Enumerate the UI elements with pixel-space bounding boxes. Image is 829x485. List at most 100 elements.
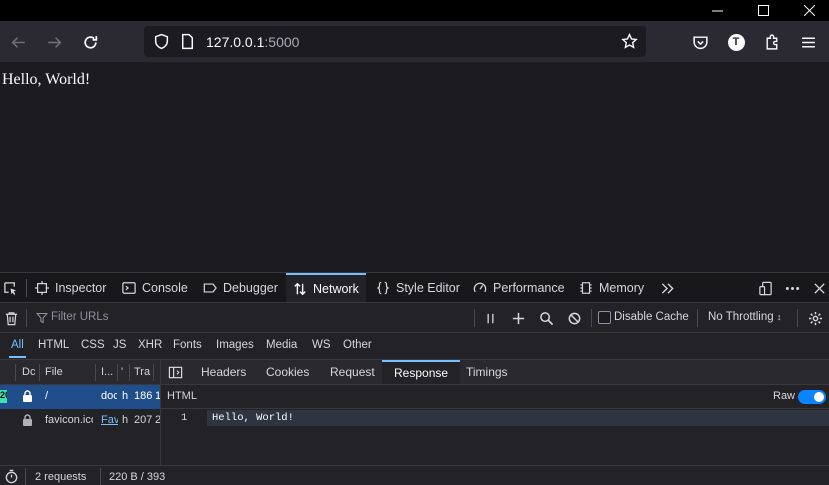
request-list-header: Dc File I... ' Tra <box>0 360 160 385</box>
account-button[interactable]: T <box>723 29 749 55</box>
address-bar[interactable]: 127.0.0.1:5000 <box>144 26 646 57</box>
filter-separator <box>797 309 798 327</box>
responsive-mode-icon <box>758 281 772 295</box>
column-divider <box>15 364 16 381</box>
close-window-button[interactable] <box>789 0 829 21</box>
tab-request-label: Request <box>330 365 375 379</box>
tab-memory-label: Memory <box>599 280 645 295</box>
type-filter-html[interactable]: HTML <box>38 339 69 351</box>
tab-headers[interactable]: Headers <box>189 360 258 384</box>
forward-button[interactable] <box>41 29 67 55</box>
extensions-button[interactable] <box>759 29 785 55</box>
raw-toggle[interactable] <box>798 390 826 404</box>
type-filter-other[interactable]: Other <box>343 339 372 351</box>
request-transferred: 207 <box>134 414 152 426</box>
tab-cookies[interactable]: Cookies <box>254 360 321 384</box>
throttling-select[interactable]: No Throttling ↕ <box>708 311 781 323</box>
column-file[interactable]: File <box>45 366 93 378</box>
type-filter-all[interactable]: All <box>9 339 26 358</box>
more-tools-button[interactable] <box>658 280 676 296</box>
add-request-button[interactable] <box>509 310 527 326</box>
site-info-button[interactable] <box>174 28 200 54</box>
type-filter-js[interactable]: JS <box>113 339 126 351</box>
request-type: h <box>122 390 128 402</box>
toggle-sidebar-button[interactable] <box>167 365 183 379</box>
clear-requests-button[interactable] <box>2 310 20 326</box>
request-transferred: 186 <box>134 390 152 402</box>
close-devtools-button[interactable] <box>810 280 828 296</box>
response-format-label: HTML <box>167 390 197 402</box>
minimize-icon <box>711 10 723 12</box>
disable-cache-checkbox[interactable] <box>598 311 611 324</box>
memory-icon <box>580 281 592 294</box>
tab-inspector[interactable]: Inspector <box>35 273 106 302</box>
maximize-icon <box>757 5 769 16</box>
tab-style-editor[interactable]: Style Editor <box>376 273 460 302</box>
request-initiator-link[interactable]: Fav <box>101 414 118 426</box>
tab-response[interactable]: Response <box>382 360 461 384</box>
type-filter-xhr[interactable]: XHR <box>138 339 162 351</box>
reload-button[interactable] <box>77 29 103 55</box>
throttling-value: No Throttling <box>708 311 774 323</box>
tracking-protection-button[interactable] <box>148 28 174 54</box>
status-code: 200 <box>0 390 7 400</box>
request-initiator: doc <box>101 390 117 402</box>
pocket-icon <box>692 35 708 49</box>
reload-icon <box>83 35 97 49</box>
column-domain[interactable]: Dc <box>22 366 38 378</box>
type-filter-images[interactable]: Images <box>216 339 254 351</box>
url-text[interactable]: 127.0.0.1:5000 <box>206 34 299 50</box>
table-row[interactable]: 200 / doc h 186 1 <box>0 385 160 409</box>
sidebar-icon <box>168 366 182 378</box>
bookmark-button[interactable] <box>616 28 642 54</box>
type-filter-media[interactable]: Media <box>266 339 297 351</box>
type-filter-fonts[interactable]: Fonts <box>173 339 202 351</box>
url-port: :5000 <box>264 34 300 50</box>
tab-network[interactable]: Network <box>286 273 366 302</box>
status-badge: 200 <box>0 390 7 403</box>
performance-analysis-button[interactable] <box>2 468 20 484</box>
network-settings-button[interactable] <box>806 310 824 326</box>
network-icon <box>294 282 306 295</box>
tab-response-label: Response <box>394 366 449 380</box>
tab-network-label: Network <box>313 281 359 296</box>
menu-button[interactable] <box>795 29 821 55</box>
tab-timings[interactable]: Timings <box>454 360 520 384</box>
column-type[interactable]: ' <box>121 366 127 378</box>
column-divider <box>117 364 118 381</box>
lock-icon <box>23 390 32 402</box>
style-editor-icon <box>377 281 389 294</box>
column-transferred[interactable]: Tra <box>134 366 152 378</box>
filter-separator <box>26 309 27 327</box>
tab-performance[interactable]: Performance <box>473 273 565 302</box>
column-initiator[interactable]: I... <box>101 366 117 378</box>
tab-memory[interactable]: Memory <box>579 273 644 302</box>
tab-request[interactable]: Request <box>318 360 387 384</box>
search-button[interactable] <box>537 310 555 326</box>
pocket-button[interactable] <box>687 29 713 55</box>
block-icon <box>568 312 580 324</box>
pick-element-button[interactable] <box>0 279 20 297</box>
column-divider <box>95 364 96 381</box>
maximize-button[interactable] <box>743 0 783 21</box>
disable-cache-label: Disable Cache <box>614 311 689 323</box>
tab-style-editor-label: Style Editor <box>396 280 460 295</box>
line-number: 1 <box>181 412 188 424</box>
block-urls-button[interactable] <box>565 310 583 326</box>
page-text: Hello, World! <box>2 71 91 88</box>
console-icon <box>122 281 136 294</box>
responsive-design-button[interactable] <box>756 280 774 296</box>
response-code-line: 1 Hello, World! <box>161 409 829 427</box>
tab-console[interactable]: Console <box>122 273 188 302</box>
filter-icon <box>36 312 48 324</box>
table-row[interactable]: favicon.ico Fav h 207 2 <box>0 409 160 433</box>
tab-debugger[interactable]: Debugger <box>203 273 278 302</box>
minimize-button[interactable] <box>697 0 737 21</box>
tab-console-label: Console <box>142 280 188 295</box>
gear-icon <box>808 311 822 325</box>
back-button[interactable] <box>5 29 31 55</box>
type-filter-ws[interactable]: WS <box>312 339 331 351</box>
type-filter-css[interactable]: CSS <box>81 339 105 351</box>
pause-recording-button[interactable] <box>481 310 499 326</box>
devtools-options-button[interactable] <box>783 280 801 296</box>
